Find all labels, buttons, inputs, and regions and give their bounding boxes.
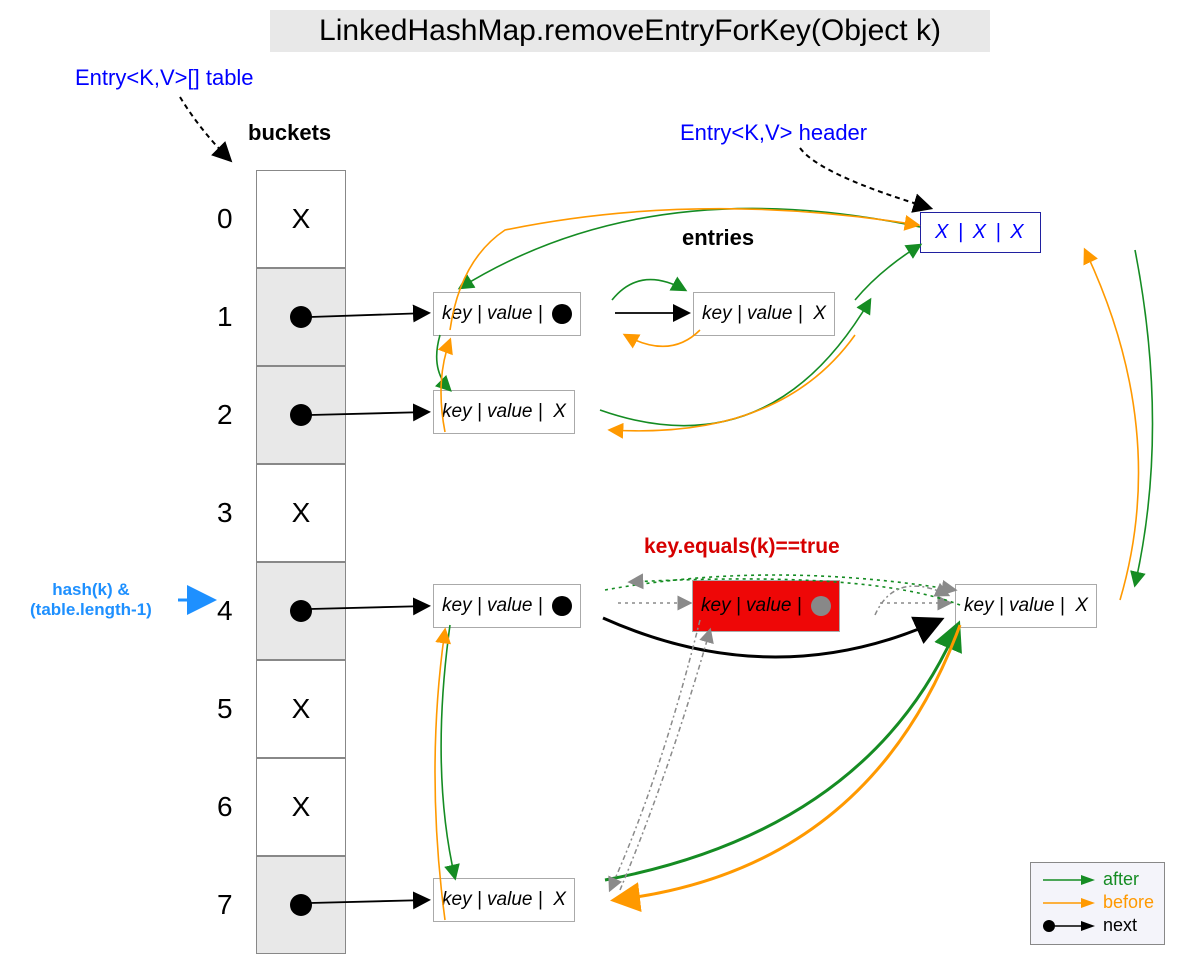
label-header: Entry<K,V> header: [680, 120, 867, 146]
label-entries: entries: [682, 225, 754, 251]
bucket-1: 1: [256, 268, 346, 366]
bucket-index: 6: [217, 791, 233, 823]
ptr-dot: [290, 306, 312, 328]
bucket-2: 2: [256, 366, 346, 464]
label-hash: hash(k) & (table.length-1): [30, 580, 152, 621]
legend-after: after: [1103, 869, 1139, 890]
ptr-dot: [290, 894, 312, 916]
bucket-index: 1: [217, 301, 233, 333]
entry-4-1: key | value |: [433, 584, 581, 628]
ptr-dot: [290, 600, 312, 622]
entry-4-3: key | value | X: [955, 584, 1097, 628]
arrows-overlay: [0, 0, 1200, 965]
bucket-content: X: [292, 497, 311, 529]
header-entry: X | X | X: [920, 212, 1041, 253]
ptr-dot: [552, 304, 572, 324]
entry-7-1: key | value | X: [433, 878, 575, 922]
label-table: Entry<K,V>[] table: [75, 65, 254, 91]
bucket-content: X: [292, 791, 311, 823]
bucket-3: 3X: [256, 464, 346, 562]
bucket-index: 7: [217, 889, 233, 921]
hash-line2: (table.length-1): [30, 600, 152, 619]
bucket-0: 0X: [256, 170, 346, 268]
legend-next: next: [1103, 915, 1137, 936]
entry-1-1: key | value |: [433, 292, 581, 336]
bucket-4: 4: [256, 562, 346, 660]
ptr-dot: [552, 596, 572, 616]
label-buckets: buckets: [248, 120, 331, 146]
hash-line1: hash(k) &: [52, 580, 129, 599]
bucket-5: 5X: [256, 660, 346, 758]
legend-before: before: [1103, 892, 1154, 913]
bucket-index: 2: [217, 399, 233, 431]
entry-2-1: key | value | X: [433, 390, 575, 434]
bucket-6: 6X: [256, 758, 346, 856]
bucket-index: 0: [217, 203, 233, 235]
bucket-index: 3: [217, 497, 233, 529]
page-title: LinkedHashMap.removeEntryForKey(Object k…: [270, 10, 990, 52]
legend: after before next: [1030, 862, 1165, 945]
bucket-column: 0X 1 2 3X 4 5X 6X 7: [256, 170, 346, 954]
bucket-7: 7: [256, 856, 346, 954]
bucket-content: X: [292, 693, 311, 725]
bucket-index: 5: [217, 693, 233, 725]
entry-4-2-removed: key | value |: [692, 580, 840, 632]
entry-1-2: key | value | X: [693, 292, 835, 336]
bucket-content: X: [292, 203, 311, 235]
label-equals: key.equals(k)==true: [644, 535, 840, 559]
ptr-dot: [811, 596, 831, 616]
ptr-dot: [290, 404, 312, 426]
bucket-index: 4: [217, 595, 233, 627]
